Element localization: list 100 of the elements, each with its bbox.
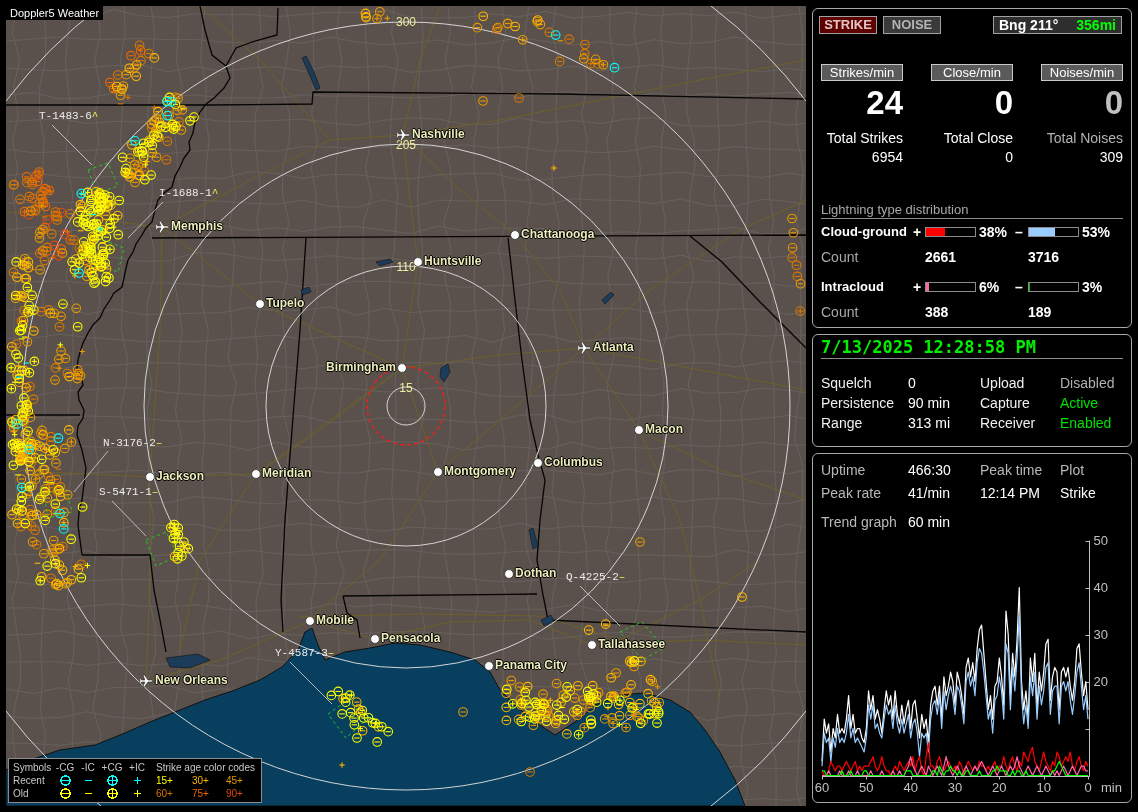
setting-label: Squelch	[821, 374, 873, 393]
city-dot-icon	[145, 472, 155, 482]
storm-cell-outline	[145, 531, 179, 567]
count-value: 3716	[1028, 249, 1061, 265]
bearing-value: Bng 211°	[999, 17, 1059, 33]
storm-cell-outline	[327, 699, 367, 739]
polarity-sign: +	[913, 224, 922, 240]
axis-tick-label: 20	[992, 780, 1007, 795]
count-value: 2661	[925, 249, 958, 265]
city-dot-icon	[251, 469, 261, 479]
city-label: Atlanta	[593, 340, 634, 355]
age-code: 30+	[192, 774, 209, 787]
stat-value: Strike	[1060, 484, 1097, 503]
axis-tick-label: 60	[814, 780, 830, 795]
axis-tick-label: 50	[1093, 535, 1108, 548]
stat-value: 60 min	[908, 513, 951, 532]
total-value: 309	[1099, 149, 1123, 166]
city-label: Panama City	[495, 658, 568, 673]
strike-marker-icon	[478, 96, 488, 106]
stat-label: Peak time	[980, 461, 1044, 480]
strike-marker-icon	[338, 761, 346, 769]
age-code: 60+	[156, 787, 173, 800]
city-dot-icon	[397, 363, 407, 373]
city-label: New Orleans	[155, 673, 228, 688]
age-code: 45+	[226, 774, 243, 787]
service-label: Upload	[980, 374, 1026, 393]
city-label: Montgomery	[444, 464, 516, 479]
city-label: Columbus	[544, 455, 603, 470]
count-label: Count	[821, 304, 860, 320]
city-label: Jackson	[156, 469, 205, 484]
stat-label: Plot	[1060, 461, 1086, 480]
setting-value: 0	[908, 374, 917, 393]
strike-marker-icon	[525, 767, 535, 777]
city-label: Birmingham	[326, 360, 396, 375]
strike-marker-icon	[635, 537, 645, 547]
lake	[439, 363, 451, 383]
lake	[528, 527, 539, 550]
lake	[165, 653, 211, 669]
storm-cell-outline	[43, 487, 73, 519]
legend-heading: Strike age color codes	[155, 761, 256, 774]
storm-id-label: Q-4225-2–	[566, 570, 626, 584]
total-label: Total Noises	[1046, 130, 1123, 147]
lake	[300, 286, 312, 296]
symbol-heading: -CG	[54, 761, 76, 774]
total-value: 0	[1005, 149, 1013, 166]
legend-row-label: Recent	[13, 774, 46, 787]
polarity-sign: –	[1015, 224, 1023, 240]
distance-value: 356mi	[1076, 17, 1116, 33]
airplane-icon	[139, 674, 153, 688]
total-label: Total Close	[943, 130, 1013, 147]
stat-label: Uptime	[821, 461, 867, 480]
city-label: Mobile	[316, 613, 354, 628]
symbol-heading: +CG	[100, 761, 124, 774]
city-label: Tallahassee	[598, 637, 666, 652]
rate-header: Noises/min	[1041, 64, 1123, 81]
airplane-icon	[155, 220, 169, 234]
stat-value: 12:14 PM	[980, 484, 1041, 503]
axis-tick-label: 20	[1093, 674, 1108, 689]
percent-value: 6%	[979, 279, 1000, 295]
legend-heading: Symbols	[13, 761, 53, 774]
axis-tick-label: 0	[1084, 780, 1092, 795]
total-value: 6954	[871, 149, 903, 166]
city-dot-icon	[370, 634, 380, 644]
date-time: 7/13/2025 12:28:58 PM	[821, 337, 1037, 357]
axis-tick-label: 30	[1093, 627, 1108, 642]
mode-tab[interactable]: NOISE	[883, 16, 941, 34]
city-label: Chattanooga	[521, 227, 595, 242]
mode-tab[interactable]: STRIKE	[819, 16, 877, 34]
age-code: 15+	[156, 774, 173, 787]
leader-line	[127, 201, 164, 239]
service-label: Receiver	[980, 414, 1037, 433]
strike-marker-icon	[737, 592, 747, 602]
lake	[601, 291, 615, 305]
percent-value: 53%	[1082, 224, 1111, 240]
range-label: 300	[396, 15, 416, 29]
setting-value: 313 mi	[908, 414, 952, 433]
storm-id-label: I-1688-1^	[159, 186, 219, 200]
storm-id-label: N-3176-2–	[103, 436, 163, 450]
city-dot-icon	[634, 425, 644, 435]
age-code: 75+	[192, 787, 209, 800]
rate-value: 0	[994, 86, 1013, 120]
count-label: Count	[821, 249, 860, 265]
stat-value: 466:30	[908, 461, 952, 480]
stat-value: 41/min	[908, 484, 952, 503]
setting-value: 90 min	[908, 394, 952, 413]
city-label: Tupelo	[266, 296, 305, 311]
lake	[375, 258, 394, 267]
city-label: Pensacola	[381, 631, 441, 646]
strike-marker-icon	[514, 93, 524, 103]
leader-line	[579, 585, 621, 627]
stat-label: Trend graph	[821, 513, 898, 532]
percent-value: 38%	[979, 224, 1008, 240]
storm-id-label: S-5471-1–	[99, 485, 159, 499]
rate-header: Close/min	[931, 64, 1013, 81]
lake	[301, 55, 321, 91]
count-value: 388	[925, 304, 950, 320]
city-label: Dothan	[515, 566, 557, 581]
service-state: Disabled	[1060, 374, 1116, 393]
city-dot-icon	[255, 299, 265, 309]
rate-header: Strikes/min	[821, 64, 903, 81]
